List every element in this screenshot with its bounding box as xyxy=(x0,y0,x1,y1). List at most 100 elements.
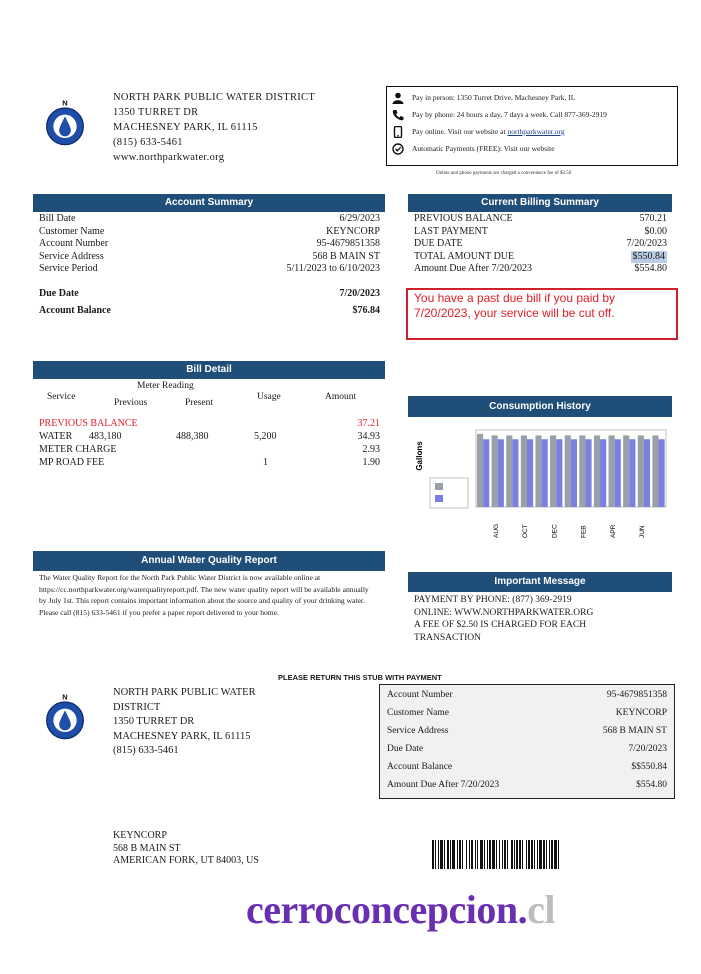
barcode-bar xyxy=(519,840,521,869)
x-tick-label: JUN xyxy=(639,525,646,538)
customer-line: KEYNCORP xyxy=(113,830,167,841)
svg-text:N: N xyxy=(62,99,67,108)
barcode-bar xyxy=(546,840,547,869)
col-service: Service xyxy=(47,392,76,402)
row-usage: 5,200 xyxy=(254,431,277,442)
important-message-header: Important Message xyxy=(408,572,672,592)
chart-bar xyxy=(497,439,504,507)
barcode-bar xyxy=(469,840,470,869)
due-date-label: Due Date xyxy=(39,287,79,299)
convenience-fee-note: Online and phone payments are charged a … xyxy=(436,171,572,176)
due-date-value: 7/20/2023 xyxy=(339,287,380,299)
x-tick-label: AUG xyxy=(493,524,500,538)
bill-date-label: Bill Date xyxy=(39,213,76,224)
barcode-bar xyxy=(534,840,535,869)
barcode-bar xyxy=(528,840,530,869)
stub-district-logo: N xyxy=(40,692,90,747)
chart-bar xyxy=(556,439,563,507)
barcode-bar xyxy=(487,840,488,869)
stub-district-line: (815) 633-5461 xyxy=(113,745,179,756)
barcode-bar xyxy=(537,840,538,869)
account-number-label: Account Number xyxy=(39,238,109,249)
legend-swatch xyxy=(435,483,443,490)
service-period-label: Service Period xyxy=(39,263,98,274)
barcode-bar xyxy=(496,840,497,869)
chart-bar xyxy=(637,435,644,507)
chart-bar xyxy=(570,439,577,507)
chart-bar xyxy=(629,439,636,507)
barcode-bar xyxy=(539,840,542,869)
chart-bar xyxy=(512,439,519,507)
chart-bar xyxy=(535,435,542,507)
billing-summary-header: Current Billing Summary xyxy=(408,194,672,212)
pay-online-text: Pay online. Visit our website at xyxy=(412,127,506,136)
bill-detail-header: Bill Detail xyxy=(33,361,385,379)
last-payment-value: $0.00 xyxy=(644,225,668,237)
pay-by-phone-text: Pay by phone: 24 hours a day, 7 days a w… xyxy=(412,110,607,119)
barcode-bar xyxy=(447,840,449,869)
chart-bar xyxy=(623,435,630,507)
billing-summary-table: PREVIOUS BALANCE 570.21 LAST PAYMENT $0.00… xyxy=(414,213,667,276)
barcode-bar xyxy=(477,840,478,869)
important-message-body: PAYMENT BY PHONE: (877) 369-2919 ONLINE:… xyxy=(414,594,672,644)
chart-bar xyxy=(614,439,621,507)
col-amount: Amount xyxy=(325,392,357,402)
stub-label: Amount Due After 7/20/2023 xyxy=(387,780,500,790)
barcode-bar xyxy=(435,840,436,869)
auto-payment-icon xyxy=(392,142,404,155)
service-period-value: 5/11/2023 to 6/10/2023 xyxy=(286,263,380,274)
table-row: MP ROAD FEE 1 1.90 xyxy=(39,457,380,470)
account-summary-header: Account Summary xyxy=(33,194,385,212)
barcode-bar xyxy=(440,840,443,869)
stub-label: Due Date xyxy=(387,744,424,754)
barcode-bar xyxy=(457,840,458,869)
chart-bar xyxy=(579,435,586,507)
barcode-bar xyxy=(438,840,439,869)
chart-bar xyxy=(585,439,592,507)
row-present: 488,380 xyxy=(176,431,209,442)
bill-date-value: 6/29/2023 xyxy=(339,213,380,224)
barcode-bar xyxy=(507,840,508,869)
district-name: NORTH PARK PUBLIC WATER DISTRICT xyxy=(113,92,316,103)
chart-bar xyxy=(477,433,484,507)
col-meter-reading: Meter Reading xyxy=(137,381,194,391)
x-tick-label: FEB xyxy=(581,525,588,538)
row-amount: 34.93 xyxy=(357,431,381,442)
barcode-bar xyxy=(554,840,557,869)
account-number-value: 95-4679851358 xyxy=(316,238,380,249)
barcode-bar xyxy=(514,840,515,869)
stub-value: 7/20/2023 xyxy=(628,744,667,754)
stub-value: 95-4679851358 xyxy=(606,690,667,700)
barcode-bar xyxy=(531,840,533,869)
district-phone: (815) 633-5461 xyxy=(113,137,183,148)
chart-bar xyxy=(550,435,557,507)
chart-bar xyxy=(593,435,601,507)
consumption-history-header: Consumption History xyxy=(408,396,672,417)
row-amount: 2.93 xyxy=(362,444,381,455)
barcode-bar xyxy=(526,840,527,869)
legend-swatch xyxy=(435,495,443,502)
stub-value: KEYNCORP xyxy=(615,708,667,718)
watermark: cerroconcepcion.cl xyxy=(246,886,556,933)
pay-online-link[interactable]: northparkwater.org xyxy=(507,127,564,136)
barcode-bar xyxy=(444,840,445,869)
barcode xyxy=(432,840,559,869)
barcode-bar xyxy=(480,840,483,869)
barcode-bar xyxy=(558,840,559,869)
person-icon xyxy=(392,92,404,104)
account-balance-value: $76.84 xyxy=(352,305,381,316)
stub-district-line: MACHESNEY PARK, IL 61115 xyxy=(113,730,251,742)
stub-district-line: NORTH PARK PUBLIC WATER xyxy=(113,687,256,698)
last-payment-label: LAST PAYMENT xyxy=(414,225,488,237)
district-city: MACHESNEY PARK, IL 61115 xyxy=(113,122,258,133)
message-line: ONLINE: WWW.NORTHPARKWATER.ORG xyxy=(414,607,594,618)
message-line: PAYMENT BY PHONE: (877) 369-2919 xyxy=(414,595,572,605)
return-stub-note: PLEASE RETURN THIS STUB WITH PAYMENT xyxy=(278,673,442,682)
x-tick-label: OCT xyxy=(522,524,529,538)
total-amount-due-value: $550.84 xyxy=(630,250,667,263)
barcode-bar xyxy=(516,840,518,869)
stub-district-line: DISTRICT xyxy=(113,701,161,713)
consumption-chart: Gallons AUG OCT DEC FEB APR JUN xyxy=(415,429,667,538)
barcode-bar xyxy=(504,840,506,869)
row-amount: 37.21 xyxy=(357,418,381,429)
